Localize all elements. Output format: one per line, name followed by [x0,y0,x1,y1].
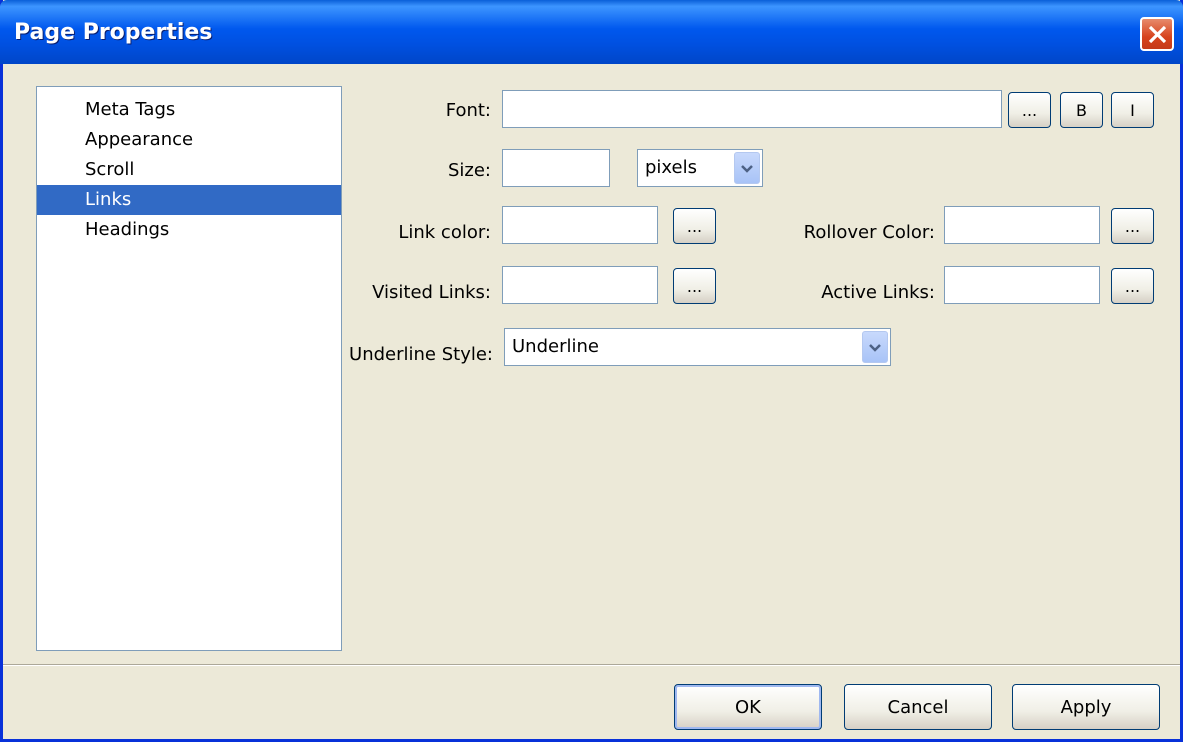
ok-button[interactable]: OK [674,684,822,730]
active-links-input[interactable] [944,266,1100,304]
rollover-color-label: Rollover Color: [803,222,935,243]
link-color-label: Link color: [398,222,491,243]
size-unit-value: pixels [645,157,697,178]
size-input[interactable] [502,149,610,187]
size-label: Size: [447,160,491,181]
apply-button[interactable]: Apply [1012,684,1160,730]
category-item-meta-tags[interactable]: Meta Tags [37,95,341,125]
font-label: Font: [445,100,491,121]
underline-style-dropdown-button[interactable] [862,331,888,363]
rollover-color-picker-button[interactable]: ... [1111,208,1154,244]
link-color-picker-button[interactable]: ... [673,208,716,244]
category-item-links[interactable]: Links [37,185,341,215]
close-button[interactable] [1140,17,1174,51]
title-bar[interactable]: Page Properties [0,0,1183,64]
window-title: Page Properties [14,20,213,45]
size-unit-dropdown-button[interactable] [734,152,760,184]
bold-button[interactable]: B [1060,92,1103,128]
chevron-down-icon [869,344,881,352]
page-properties-dialog: Page Properties Meta Tags Appearance Scr… [0,0,1183,742]
close-icon [1149,26,1166,43]
underline-style-select[interactable]: Underline [504,328,891,366]
link-color-input[interactable] [502,206,658,244]
font-input[interactable] [502,90,1002,128]
active-links-picker-button[interactable]: ... [1111,268,1154,304]
visited-links-label: Visited Links: [372,282,491,303]
visited-links-input[interactable] [502,266,658,304]
underline-style-value: Underline [512,336,599,357]
underline-style-label: Underline Style: [349,344,493,365]
size-unit-select[interactable]: pixels [637,149,763,187]
active-links-label: Active Links: [821,282,935,303]
visited-links-picker-button[interactable]: ... [673,268,716,304]
rollover-color-input[interactable] [944,206,1100,244]
footer-separator [3,664,1180,666]
chevron-down-icon [741,165,753,173]
font-browse-button[interactable]: ... [1008,92,1051,128]
cancel-button[interactable]: Cancel [844,684,992,730]
category-list[interactable]: Meta Tags Appearance Scroll Links Headin… [36,86,342,651]
italic-button[interactable]: I [1111,92,1154,128]
category-item-appearance[interactable]: Appearance [37,125,341,155]
category-item-headings[interactable]: Headings [37,215,341,245]
category-item-scroll[interactable]: Scroll [37,155,341,185]
